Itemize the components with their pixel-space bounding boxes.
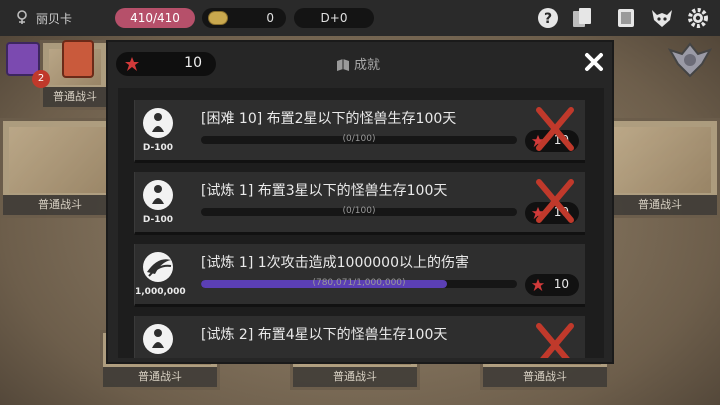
board-card[interactable]: 普通战斗 xyxy=(0,118,120,218)
achievement-title: [困难 10] 布置2星以下的怪兽生存100天 xyxy=(201,111,457,127)
progress-text: (0/100) xyxy=(342,134,376,144)
hp-display: 410/410 xyxy=(115,8,195,28)
claw-strike-icon xyxy=(143,252,173,282)
achievement-row: D-100 [试炼 1] 布置3星以下的怪兽生存100天 (0/100) 10 xyxy=(134,172,585,235)
board-card-label: 普通战斗 xyxy=(43,87,107,107)
chest-count-badge: 2 xyxy=(32,70,50,88)
board-card-label: 普通战斗 xyxy=(3,195,117,215)
player-name: 丽贝卡 xyxy=(36,12,73,26)
player-avatar-icon xyxy=(17,10,27,24)
star-figure-icon xyxy=(143,180,173,210)
achievement-list[interactable]: D-100 [困难 10] 布置2星以下的怪兽生存100天 (0/100) 10… xyxy=(118,88,604,358)
achievement-badge-label: D-100 xyxy=(142,215,174,225)
achievement-title: [试炼 1] 1次攻击造成1000000以上的伤害 xyxy=(201,255,469,271)
monster-skull-icon[interactable] xyxy=(650,6,674,30)
red-gem-icon xyxy=(531,278,545,292)
scroll-map-icon[interactable] xyxy=(614,6,638,30)
settings-gear-icon[interactable] xyxy=(686,6,710,30)
book-icon xyxy=(337,59,349,71)
red-x-mark-icon xyxy=(536,107,574,151)
winged-helmet-icon[interactable] xyxy=(668,40,712,80)
board-card-label: 普通战斗 xyxy=(103,367,217,387)
achievement-row: [试炼 2] 布置4星以下的怪兽生存100天 xyxy=(134,316,585,358)
reward-value: 10 xyxy=(553,277,569,291)
board-card-label: 普通战斗 xyxy=(603,195,717,215)
achievement-row: D-100 [困难 10] 布置2星以下的怪兽生存100天 (0/100) 10 xyxy=(134,100,585,163)
top-bar: 丽贝卡 410/410 0 D+0 ? xyxy=(0,0,720,36)
cards-icon[interactable] xyxy=(570,6,594,30)
supply-box-icon[interactable] xyxy=(62,40,94,78)
modal-title: 成就 xyxy=(336,54,380,73)
achievements-modal: 10 成就 D-100 [困难 10] 布置2星以下的怪兽生存100天 (0/1… xyxy=(108,42,612,362)
help-icon[interactable]: ? xyxy=(536,6,560,30)
progress-text: (0/100) xyxy=(342,206,376,216)
star-figure-icon xyxy=(143,324,173,354)
red-x-mark-icon xyxy=(536,179,574,223)
difficulty-display: D+0 xyxy=(294,8,374,28)
achievement-title: [试炼 2] 布置4星以下的怪兽生存100天 xyxy=(201,327,448,343)
red-gem-icon xyxy=(125,57,139,71)
achievement-points-value: 10 xyxy=(184,55,202,71)
achievement-badge-label: 1,000,000 xyxy=(135,287,186,297)
achievement-row: 1,000,000 [试炼 1] 1次攻击造成1000000以上的伤害 (780… xyxy=(134,244,585,307)
coin-count: 0 xyxy=(266,11,274,25)
achievement-title: [试炼 1] 布置3星以下的怪兽生存100天 xyxy=(201,183,448,199)
red-x-mark-icon xyxy=(536,323,574,358)
close-icon[interactable] xyxy=(582,50,606,74)
board-card[interactable]: 普通战斗 xyxy=(600,118,720,218)
achievement-badge-label: D-100 xyxy=(142,143,174,153)
achievement-points: 10 xyxy=(116,52,216,76)
progress-text: (780,071/1,000,000) xyxy=(312,278,406,288)
reward-pill: 10 xyxy=(525,274,579,296)
modal-title-text: 成就 xyxy=(354,58,381,73)
star-figure-icon xyxy=(143,108,173,138)
coin-display: 0 xyxy=(202,8,286,28)
board-card-label: 普通战斗 xyxy=(483,367,607,387)
coin-icon xyxy=(208,11,228,25)
board-card-label: 普通战斗 xyxy=(293,367,417,387)
svg-text:?: ? xyxy=(544,11,552,27)
